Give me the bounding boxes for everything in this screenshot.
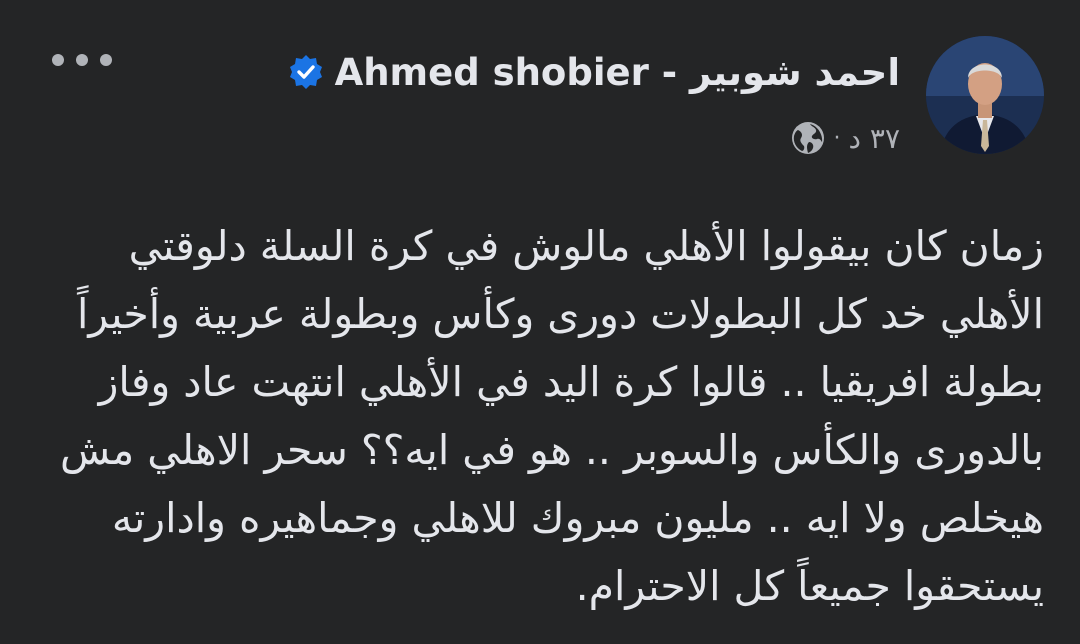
more-dot — [52, 54, 64, 66]
post-body-text: زمان كان بيقولوا الأهلي مالوش في كرة الس… — [46, 222, 1044, 610]
more-options-icon[interactable] — [52, 44, 112, 76]
meta-separator: · — [833, 125, 841, 151]
facebook-post: احمد شوبير - Ahmed shobier · ٣٧ د زمان ك… — [0, 0, 1080, 644]
person-avatar-icon — [926, 36, 1044, 154]
author-name-link[interactable]: احمد شوبير - Ahmed shobier — [335, 51, 900, 94]
more-dot — [100, 54, 112, 66]
post-header: احمد شوبير - Ahmed shobier — [287, 44, 900, 100]
verified-badge-icon — [287, 53, 325, 91]
avatar[interactable] — [926, 36, 1044, 154]
post-meta: · ٣٧ د — [790, 116, 900, 160]
post-timestamp[interactable]: ٣٧ د — [849, 122, 900, 155]
globe-icon[interactable] — [790, 120, 826, 156]
more-dot — [76, 54, 88, 66]
